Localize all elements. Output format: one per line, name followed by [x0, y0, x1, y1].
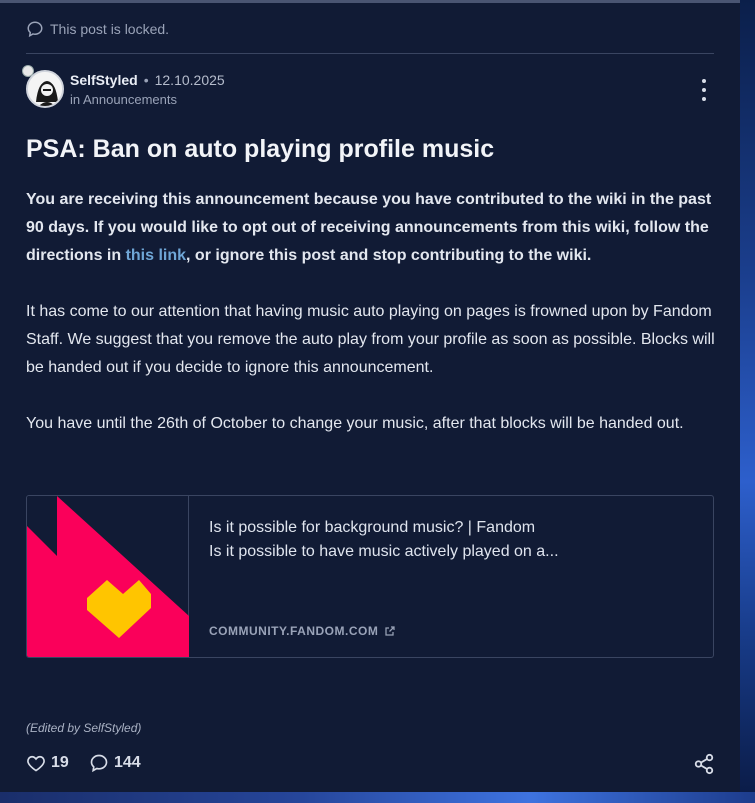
more-vertical-icon-dot [702, 88, 706, 92]
post-meta: SelfStyled • 12.10.2025 [70, 72, 225, 88]
background-bottom-edge [0, 792, 755, 803]
like-count: 19 [51, 754, 69, 771]
paragraph-attention: It has come to our attention that having… [26, 303, 715, 376]
more-vertical-icon-dot [702, 97, 706, 101]
comment-icon [90, 754, 108, 773]
meta-separator: • [143, 72, 149, 88]
divider [26, 53, 714, 54]
avatar-badge [22, 65, 34, 77]
discussion-post: This post is locked. SelfStyled • 12.10.… [0, 0, 740, 792]
reply-button[interactable]: 144 [89, 753, 141, 773]
opt-out-link[interactable]: this link [126, 247, 186, 264]
avatar-image [28, 72, 62, 106]
author-name[interactable]: SelfStyled [70, 72, 138, 88]
preview-title: Is it possible for background music? | F… [209, 519, 536, 536]
locked-text: This post is locked. [50, 21, 170, 37]
locked-notice: This post is locked. [26, 20, 169, 38]
link-preview-card[interactable]: Is it possible for background music? | F… [26, 495, 714, 658]
fandom-logo [27, 496, 189, 657]
more-vertical-icon [702, 79, 706, 83]
preview-domain: COMMUNITY.FANDOM.COM [209, 624, 396, 638]
post-category[interactable]: in Announcements [70, 92, 177, 107]
preview-domain-text: COMMUNITY.FANDOM.COM [209, 624, 379, 638]
edited-note: (Edited by SelfStyled) [26, 721, 142, 735]
more-options-button[interactable] [697, 79, 711, 101]
notice-text-end: , or ignore this post and stop contribut… [186, 247, 592, 264]
post-title: PSA: Ban on auto playing profile music [26, 135, 495, 163]
heart-icon [27, 755, 45, 772]
external-link-icon [385, 626, 395, 636]
preview-text: Is it possible for background music? | F… [189, 496, 713, 657]
speech-bubble-icon [27, 21, 43, 38]
paragraph-deadline: You have until the 26th of October to ch… [26, 415, 684, 432]
like-button[interactable]: 19 [26, 753, 69, 773]
share-icon [694, 753, 714, 775]
paragraph-notice: You are receiving this announcement beca… [26, 186, 716, 270]
fandom-logo-image [27, 496, 189, 657]
reply-count: 144 [114, 754, 141, 771]
post-body: You are receiving this announcement beca… [26, 186, 716, 466]
share-button[interactable] [693, 753, 715, 775]
post-date: 12.10.2025 [154, 72, 225, 88]
preview-description: Is it possible to have music actively pl… [209, 543, 559, 560]
